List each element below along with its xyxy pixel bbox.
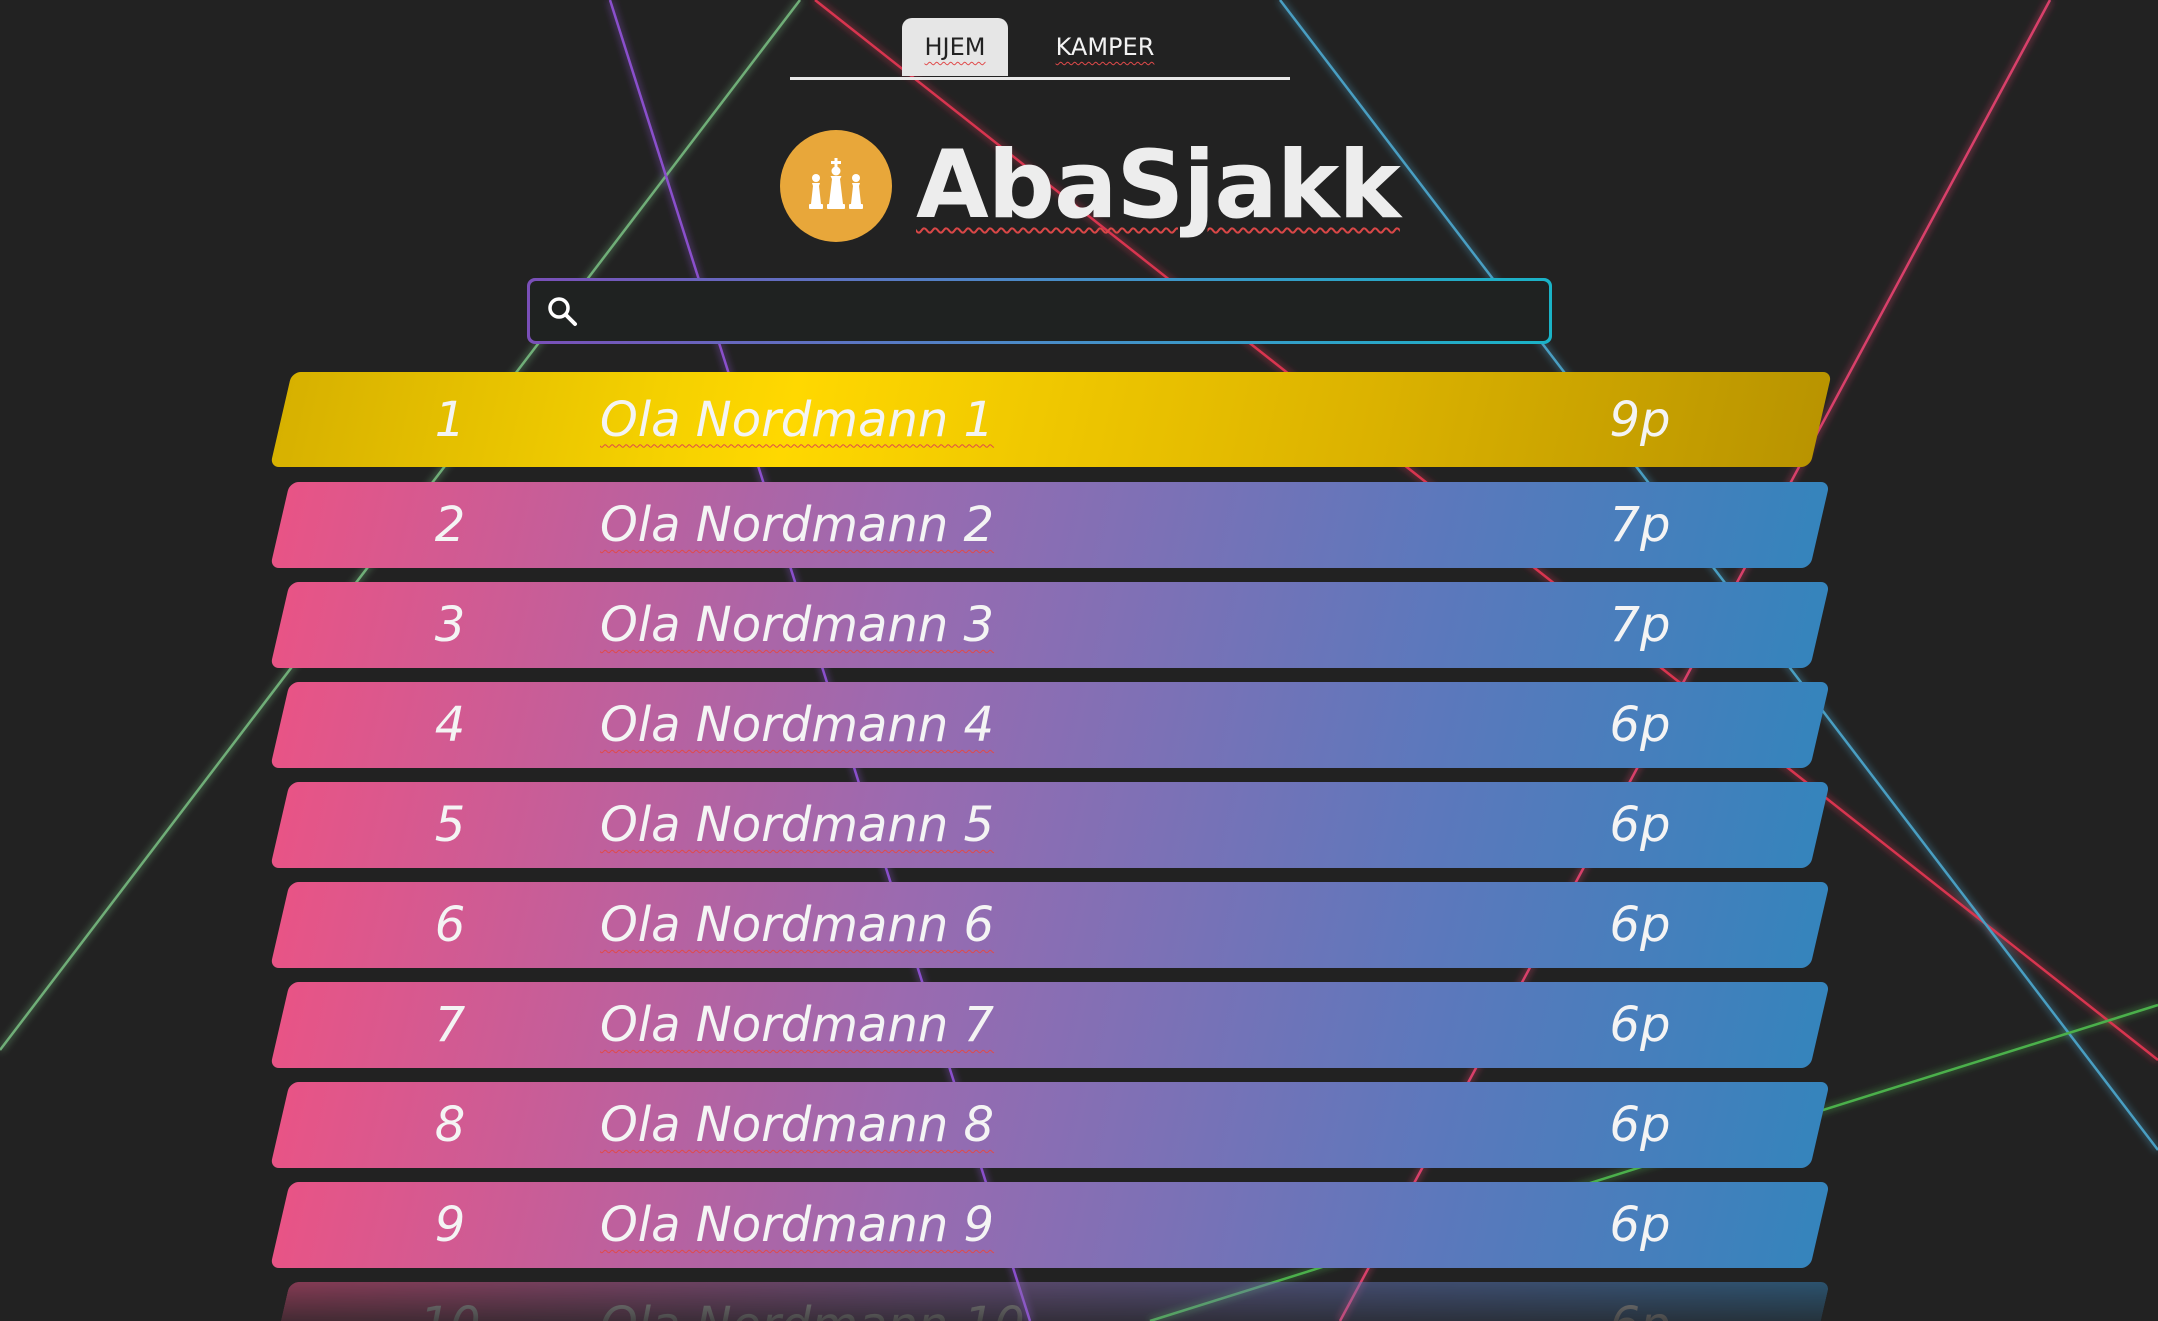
top-nav: HJEM KAMPER (790, 16, 1290, 80)
search-box (530, 281, 1549, 341)
row-player-name: Ola Nordmann 9 (600, 1197, 995, 1253)
app-title: AbaSjakk (916, 131, 1401, 240)
leaderboard-row[interactable]: 2 Ola Nordmann 2 7p (270, 482, 1830, 568)
leaderboard-row[interactable]: 3 Ola Nordmann 3 7p (270, 582, 1830, 668)
row-player-name: Ola Nordmann 3 (600, 597, 995, 653)
leaderboard-row[interactable]: 10 Ola Nordmann 10 6p (270, 1282, 1830, 1321)
search-input[interactable] (582, 281, 1549, 341)
row-points: 6p (1609, 697, 1671, 753)
logo (780, 129, 892, 242)
row-points: 6p (1609, 1197, 1671, 1253)
row-player-name: Ola Nordmann 4 (600, 697, 995, 753)
row-points: 6p (1609, 1097, 1671, 1153)
row-rank: 1 (434, 391, 466, 448)
row-rank: 3 (434, 597, 466, 653)
leaderboard-row[interactable]: 1 Ola Nordmann 1 9p (270, 372, 1832, 467)
leaderboard-row[interactable]: 6 Ola Nordmann 6 6p (270, 882, 1830, 968)
row-points: 6p (1590, 1282, 1690, 1321)
row-player-name: Ola Nordmann 2 (600, 497, 995, 553)
row-player-name: Ola Nordmann 6 (600, 897, 995, 953)
brand-header: AbaSjakk (780, 128, 1401, 243)
row-points: 7p (1609, 597, 1671, 653)
search-icon (542, 291, 582, 331)
row-rank: 4 (434, 697, 466, 753)
row-player-name: Ola Nordmann 8 (600, 1097, 995, 1153)
tab-home[interactable]: HJEM (902, 18, 1008, 76)
row-player-name: Ola Nordmann 7 (600, 997, 995, 1053)
row-rank: 9 (434, 1197, 466, 1253)
leaderboard-row[interactable]: 7 Ola Nordmann 7 6p (270, 982, 1830, 1068)
row-points: 6p (1609, 997, 1671, 1053)
leaderboard-row[interactable]: 4 Ola Nordmann 4 6p (270, 682, 1830, 768)
row-rank: 5 (434, 797, 466, 853)
leaderboard-row[interactable]: 8 Ola Nordmann 8 6p (270, 1082, 1830, 1168)
row-player-name: Ola Nordmann 10 (600, 1282, 1025, 1321)
row-points: 9p (1609, 391, 1671, 448)
row-rank: 6 (434, 897, 466, 953)
row-rank: 8 (434, 1097, 466, 1153)
row-points: 7p (1609, 497, 1671, 553)
leaderboard: 1 Ola Nordmann 1 9p 2 Ola Nordmann 2 7p 3 Ola N… (270, 372, 1832, 1321)
row-player-name: Ola Nordmann 5 (600, 797, 995, 853)
chess-pieces-icon (809, 157, 863, 209)
row-rank: 2 (434, 497, 466, 553)
row-rank: 10 (410, 1282, 490, 1321)
row-player-name: Ola Nordmann 1 (600, 391, 995, 448)
tab-games[interactable]: KAMPER (1030, 18, 1180, 76)
row-points: 6p (1609, 897, 1671, 953)
leaderboard-row[interactable]: 5 Ola Nordmann 5 6p (270, 782, 1830, 868)
leaderboard-row[interactable]: 9 Ola Nordmann 9 6p (270, 1182, 1830, 1268)
row-points: 6p (1609, 797, 1671, 853)
row-rank: 7 (434, 997, 466, 1053)
search-bar (527, 278, 1552, 344)
